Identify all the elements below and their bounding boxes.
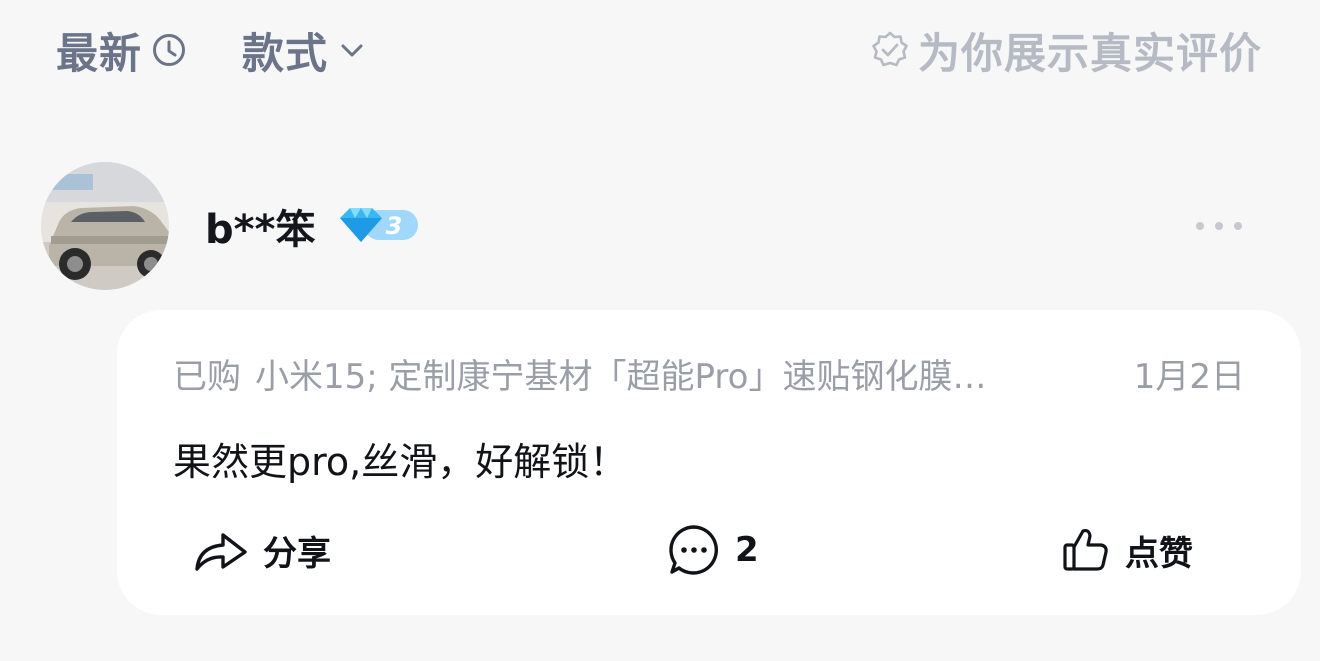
review-text: 果然更pro,丝滑，好解锁！: [173, 439, 628, 484]
purchased-label: 已购: [173, 356, 241, 397]
more-options-button[interactable]: [1196, 214, 1242, 238]
avatar[interactable]: [41, 162, 169, 290]
review-date: 1月2日: [1133, 356, 1245, 397]
like-button[interactable]: 点赞: [1061, 524, 1193, 576]
purchased-product: 小米15; 定制康宁基材「超能Pro」速贴钢化膜…: [255, 356, 987, 397]
comment-bubble-icon: [669, 525, 718, 575]
verified-reviews-tag: 为你展示真实评价: [870, 22, 1262, 78]
chevron-down-icon: [341, 44, 363, 57]
share-label: 分享: [263, 533, 331, 574]
style-filter-dropdown[interactable]: 款式: [242, 22, 366, 78]
level-number: 3: [386, 212, 403, 240]
level-badge: 3: [338, 204, 420, 246]
sort-latest-label: 最新: [56, 28, 143, 78]
verified-badge-icon: [872, 31, 908, 67]
diamond-icon: 3: [340, 208, 418, 242]
review-card: 已购 小米15; 定制康宁基材「超能Pro」速贴钢化膜… 1月2日 果然更pro…: [117, 310, 1301, 615]
share-button[interactable]: 分享: [193, 524, 331, 576]
purchase-info[interactable]: 已购 小米15; 定制康宁基材「超能Pro」速贴钢化膜… 1月2日: [173, 348, 1245, 398]
comment-button[interactable]: 2: [667, 524, 759, 576]
share-arrow-icon: [195, 533, 247, 571]
username[interactable]: b**笨: [205, 198, 315, 254]
car-photo-avatar: [41, 162, 169, 290]
comment-count: 2: [735, 530, 759, 570]
like-label: 点赞: [1125, 533, 1193, 574]
clock-icon: [153, 34, 186, 66]
sort-latest-button[interactable]: 最新: [56, 22, 186, 78]
style-filter-label: 款式: [242, 28, 329, 78]
verified-reviews-label: 为你展示真实评价: [917, 28, 1262, 78]
filter-bar: 最新 款式 为你展示真实评价: [0, 0, 1320, 100]
more-dots-icon: [1196, 222, 1204, 230]
thumbs-up-icon: [1063, 528, 1108, 571]
